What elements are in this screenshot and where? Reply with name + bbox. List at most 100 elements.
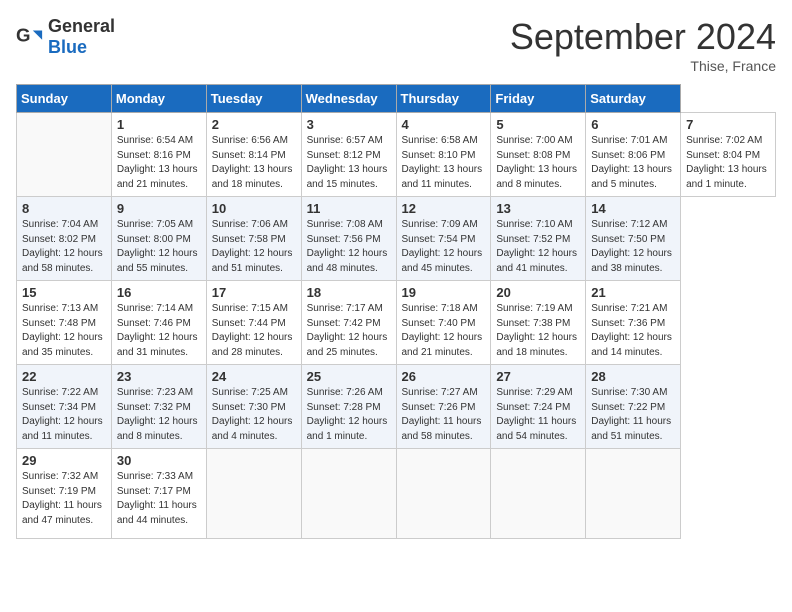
calendar-cell: 18 Sunrise: 7:17 AMSunset: 7:42 PMDaylig… (301, 281, 396, 365)
calendar-cell: 17 Sunrise: 7:15 AMSunset: 7:44 PMDaylig… (206, 281, 301, 365)
calendar-cell: 6 Sunrise: 7:01 AMSunset: 8:06 PMDayligh… (586, 113, 681, 197)
day-number: 3 (307, 117, 391, 132)
calendar-week-row: 1 Sunrise: 6:54 AMSunset: 8:16 PMDayligh… (17, 113, 776, 197)
day-number: 29 (22, 453, 106, 468)
day-info: Sunrise: 7:21 AMSunset: 7:36 PMDaylight:… (591, 302, 675, 360)
day-info: Sunrise: 7:15 AMSunset: 7:44 PMDaylight:… (212, 302, 296, 360)
day-number: 22 (22, 369, 106, 384)
calendar-cell: 23 Sunrise: 7:23 AMSunset: 7:32 PMDaylig… (111, 365, 206, 449)
weekday-header-monday: Monday (111, 85, 206, 113)
day-info: Sunrise: 7:13 AMSunset: 7:48 PMDaylight:… (22, 302, 106, 360)
weekday-header-tuesday: Tuesday (206, 85, 301, 113)
day-info: Sunrise: 7:10 AMSunset: 7:52 PMDaylight:… (496, 218, 580, 276)
calendar-cell (396, 449, 491, 539)
day-number: 8 (22, 201, 106, 216)
day-number: 26 (402, 369, 486, 384)
day-info: Sunrise: 6:58 AMSunset: 8:10 PMDaylight:… (402, 134, 486, 192)
day-info: Sunrise: 7:32 AMSunset: 7:19 PMDaylight:… (22, 470, 106, 528)
day-number: 18 (307, 285, 391, 300)
calendar-cell (206, 449, 301, 539)
calendar-cell: 4 Sunrise: 6:58 AMSunset: 8:10 PMDayligh… (396, 113, 491, 197)
day-number: 7 (686, 117, 770, 132)
day-number: 21 (591, 285, 675, 300)
day-info: Sunrise: 7:30 AMSunset: 7:22 PMDaylight:… (591, 386, 675, 444)
logo-general-text: General (48, 16, 115, 36)
day-number: 16 (117, 285, 201, 300)
day-info: Sunrise: 7:04 AMSunset: 8:02 PMDaylight:… (22, 218, 106, 276)
weekday-header-friday: Friday (491, 85, 586, 113)
day-number: 20 (496, 285, 580, 300)
calendar-cell: 1 Sunrise: 6:54 AMSunset: 8:16 PMDayligh… (111, 113, 206, 197)
location: Thise, France (510, 58, 776, 74)
day-number: 24 (212, 369, 296, 384)
logo: G General Blue (16, 16, 115, 58)
day-number: 12 (402, 201, 486, 216)
day-number: 2 (212, 117, 296, 132)
weekday-header-saturday: Saturday (586, 85, 681, 113)
day-info: Sunrise: 7:08 AMSunset: 7:56 PMDaylight:… (307, 218, 391, 276)
calendar-cell: 24 Sunrise: 7:25 AMSunset: 7:30 PMDaylig… (206, 365, 301, 449)
day-info: Sunrise: 7:26 AMSunset: 7:28 PMDaylight:… (307, 386, 391, 444)
day-info: Sunrise: 7:18 AMSunset: 7:40 PMDaylight:… (402, 302, 486, 360)
calendar-cell: 27 Sunrise: 7:29 AMSunset: 7:24 PMDaylig… (491, 365, 586, 449)
calendar-cell: 10 Sunrise: 7:06 AMSunset: 7:58 PMDaylig… (206, 197, 301, 281)
calendar-cell: 26 Sunrise: 7:27 AMSunset: 7:26 PMDaylig… (396, 365, 491, 449)
day-info: Sunrise: 7:14 AMSunset: 7:46 PMDaylight:… (117, 302, 201, 360)
day-number: 13 (496, 201, 580, 216)
day-info: Sunrise: 7:02 AMSunset: 8:04 PMDaylight:… (686, 134, 770, 192)
calendar-week-row: 8 Sunrise: 7:04 AMSunset: 8:02 PMDayligh… (17, 197, 776, 281)
day-info: Sunrise: 7:17 AMSunset: 7:42 PMDaylight:… (307, 302, 391, 360)
day-number: 9 (117, 201, 201, 216)
calendar-cell: 8 Sunrise: 7:04 AMSunset: 8:02 PMDayligh… (17, 197, 112, 281)
calendar-cell: 15 Sunrise: 7:13 AMSunset: 7:48 PMDaylig… (17, 281, 112, 365)
calendar-cell: 3 Sunrise: 6:57 AMSunset: 8:12 PMDayligh… (301, 113, 396, 197)
day-info: Sunrise: 7:12 AMSunset: 7:50 PMDaylight:… (591, 218, 675, 276)
svg-text:G: G (16, 25, 31, 46)
logo-blue-text: Blue (48, 37, 87, 57)
day-number: 27 (496, 369, 580, 384)
calendar-cell (301, 449, 396, 539)
calendar-cell: 7 Sunrise: 7:02 AMSunset: 8:04 PMDayligh… (681, 113, 776, 197)
calendar-cell: 25 Sunrise: 7:26 AMSunset: 7:28 PMDaylig… (301, 365, 396, 449)
calendar-cell: 5 Sunrise: 7:00 AMSunset: 8:08 PMDayligh… (491, 113, 586, 197)
calendar-cell: 29 Sunrise: 7:32 AMSunset: 7:19 PMDaylig… (17, 449, 112, 539)
calendar-week-row: 22 Sunrise: 7:22 AMSunset: 7:34 PMDaylig… (17, 365, 776, 449)
day-number: 5 (496, 117, 580, 132)
calendar-cell: 16 Sunrise: 7:14 AMSunset: 7:46 PMDaylig… (111, 281, 206, 365)
weekday-header-sunday: Sunday (17, 85, 112, 113)
day-number: 11 (307, 201, 391, 216)
day-number: 19 (402, 285, 486, 300)
calendar-cell (491, 449, 586, 539)
day-number: 25 (307, 369, 391, 384)
calendar-cell (17, 113, 112, 197)
day-info: Sunrise: 7:25 AMSunset: 7:30 PMDaylight:… (212, 386, 296, 444)
calendar-cell: 2 Sunrise: 6:56 AMSunset: 8:14 PMDayligh… (206, 113, 301, 197)
day-info: Sunrise: 7:01 AMSunset: 8:06 PMDaylight:… (591, 134, 675, 192)
logo-icon: G (16, 23, 44, 51)
month-title: September 2024 (510, 16, 776, 58)
calendar-week-row: 29 Sunrise: 7:32 AMSunset: 7:19 PMDaylig… (17, 449, 776, 539)
calendar-week-row: 15 Sunrise: 7:13 AMSunset: 7:48 PMDaylig… (17, 281, 776, 365)
day-info: Sunrise: 6:57 AMSunset: 8:12 PMDaylight:… (307, 134, 391, 192)
day-number: 14 (591, 201, 675, 216)
day-number: 28 (591, 369, 675, 384)
day-number: 6 (591, 117, 675, 132)
day-info: Sunrise: 7:09 AMSunset: 7:54 PMDaylight:… (402, 218, 486, 276)
calendar-cell: 28 Sunrise: 7:30 AMSunset: 7:22 PMDaylig… (586, 365, 681, 449)
calendar-cell: 13 Sunrise: 7:10 AMSunset: 7:52 PMDaylig… (491, 197, 586, 281)
day-info: Sunrise: 6:56 AMSunset: 8:14 PMDaylight:… (212, 134, 296, 192)
day-info: Sunrise: 7:22 AMSunset: 7:34 PMDaylight:… (22, 386, 106, 444)
day-info: Sunrise: 7:23 AMSunset: 7:32 PMDaylight:… (117, 386, 201, 444)
title-area: September 2024 Thise, France (510, 16, 776, 74)
day-number: 17 (212, 285, 296, 300)
day-number: 30 (117, 453, 201, 468)
weekday-header-row: SundayMondayTuesdayWednesdayThursdayFrid… (17, 85, 776, 113)
day-number: 10 (212, 201, 296, 216)
day-number: 15 (22, 285, 106, 300)
day-number: 4 (402, 117, 486, 132)
calendar-table: SundayMondayTuesdayWednesdayThursdayFrid… (16, 84, 776, 539)
calendar-cell (586, 449, 681, 539)
day-number: 23 (117, 369, 201, 384)
calendar-cell: 14 Sunrise: 7:12 AMSunset: 7:50 PMDaylig… (586, 197, 681, 281)
calendar-cell: 19 Sunrise: 7:18 AMSunset: 7:40 PMDaylig… (396, 281, 491, 365)
